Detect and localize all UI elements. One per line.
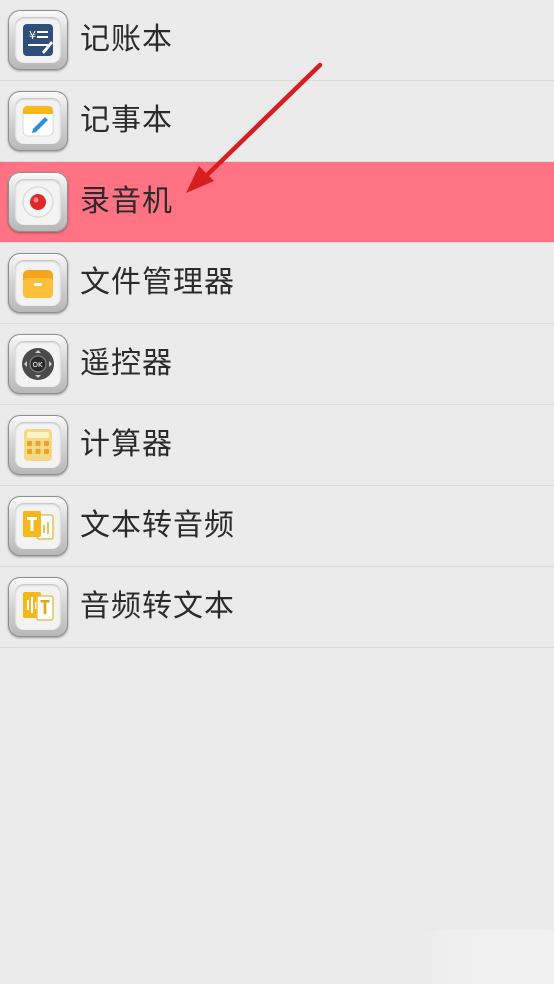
list-item-recorder[interactable]: 录音机 — [0, 162, 554, 243]
list-item-notepad[interactable]: 记事本 — [0, 81, 554, 162]
corner-shade — [410, 930, 554, 984]
file-manager-icon — [8, 253, 68, 313]
list-item-text-to-audio[interactable]: 文本转音频 — [0, 486, 554, 567]
recorder-icon — [8, 172, 68, 232]
list-item-label: 文本转音频 — [80, 508, 235, 543]
list-item-label: 记账本 — [80, 22, 173, 57]
list-item-ledger[interactable]: ¥ 记账本 — [0, 0, 554, 81]
svg-text:OK: OK — [33, 361, 44, 369]
list-item-label: 录音机 — [80, 184, 173, 219]
list-item-file-manager[interactable]: 文件管理器 — [0, 243, 554, 324]
list-item-audio-to-text[interactable]: 音频转文本 — [0, 567, 554, 648]
list-item-label: 文件管理器 — [80, 265, 235, 300]
notepad-icon — [8, 91, 68, 151]
text-to-audio-icon — [8, 496, 68, 556]
list-item-remote-control[interactable]: OK 遥控器 — [0, 324, 554, 405]
remote-control-icon: OK — [8, 334, 68, 394]
list-item-label: 计算器 — [80, 427, 173, 462]
list-item-label: 记事本 — [80, 103, 173, 138]
list-item-label: 遥控器 — [80, 346, 173, 381]
ledger-icon: ¥ — [8, 10, 68, 70]
list-item-label: 音频转文本 — [80, 589, 235, 624]
calculator-icon — [8, 415, 68, 475]
list-item-calculator[interactable]: 计算器 — [0, 405, 554, 486]
svg-text:¥: ¥ — [29, 29, 36, 42]
audio-to-text-icon — [8, 577, 68, 637]
app-list: ¥ 记账本 记事本 录音机 文件管理器 OK 遥控器 计算器 文本转音频 音频转… — [0, 0, 554, 648]
